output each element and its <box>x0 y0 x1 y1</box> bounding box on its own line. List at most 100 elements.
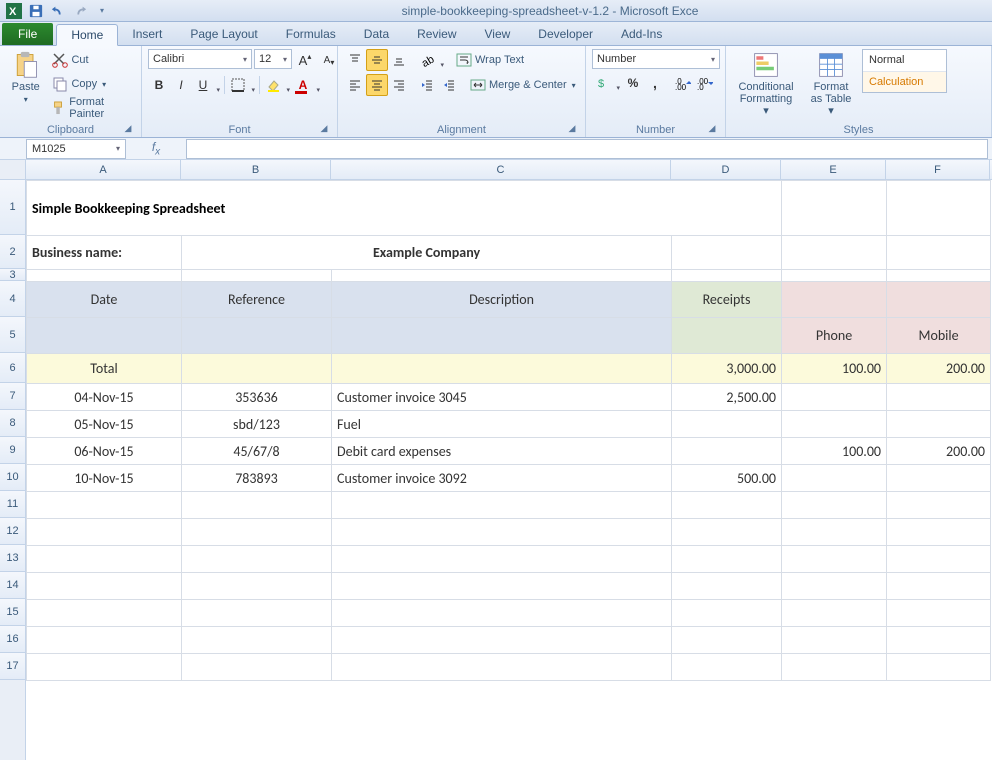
decrease-indent-icon[interactable] <box>416 74 438 96</box>
row-header-1[interactable]: 1 <box>0 180 25 235</box>
tab-formulas[interactable]: Formulas <box>272 23 350 45</box>
row-header-8[interactable]: 8 <box>0 410 25 437</box>
cell-total-label[interactable]: Total <box>27 354 182 384</box>
tab-home[interactable]: Home <box>56 24 118 46</box>
align-middle-icon[interactable] <box>366 49 388 71</box>
merge-center-button[interactable]: Merge & Center▾ <box>470 74 576 96</box>
font-size-combo[interactable]: 12▾ <box>254 49 292 69</box>
row-header-3[interactable]: 3 <box>0 269 25 281</box>
tab-developer[interactable]: Developer <box>524 23 607 45</box>
row-header-4[interactable]: 4 <box>0 281 25 317</box>
formula-input[interactable] <box>186 139 988 159</box>
tab-insert[interactable]: Insert <box>118 23 176 45</box>
increase-decimal-icon[interactable]: .0.00 <box>672 72 694 94</box>
format-painter-button[interactable]: Format Painter <box>49 97 135 119</box>
italic-icon[interactable]: I <box>170 74 192 96</box>
cell-mobile[interactable]: 200.00 <box>887 438 991 465</box>
clipboard-dialog-launcher-icon[interactable]: ◢ <box>121 121 135 135</box>
style-calculation[interactable]: Calculation <box>863 72 946 93</box>
cell-phone[interactable] <box>782 384 887 411</box>
cell-total-receipts[interactable]: 3,000.00 <box>672 354 782 384</box>
undo-icon[interactable] <box>48 2 68 20</box>
row-header-7[interactable]: 7 <box>0 383 25 410</box>
excel-logo-icon[interactable]: X <box>4 2 24 20</box>
row-header-13[interactable]: 13 <box>0 545 25 572</box>
font-color-icon[interactable]: A▾ <box>292 74 322 96</box>
col-header-E[interactable]: E <box>781 160 886 179</box>
cell-phone[interactable] <box>782 465 887 492</box>
cell-mobile[interactable] <box>887 411 991 438</box>
align-bottom-icon[interactable] <box>388 49 410 71</box>
conditional-formatting-button[interactable]: Conditional Formatting ▾ <box>732 49 800 119</box>
cell-total-phone[interactable]: 100.00 <box>782 354 887 384</box>
cell-ref[interactable]: sbd/123 <box>182 411 332 438</box>
font-dialog-launcher-icon[interactable]: ◢ <box>317 121 331 135</box>
cell-receipts[interactable] <box>672 438 782 465</box>
cell-date[interactable]: 06-Nov-15 <box>27 438 182 465</box>
cell-bn-value[interactable]: Example Company <box>182 236 672 270</box>
wrap-text-button[interactable]: Wrap Text <box>456 49 524 71</box>
cell-receipts[interactable]: 2,500.00 <box>672 384 782 411</box>
row-header-14[interactable]: 14 <box>0 572 25 599</box>
copy-button[interactable]: Copy▾ <box>49 73 135 95</box>
alignment-dialog-launcher-icon[interactable]: ◢ <box>565 121 579 135</box>
col-header-C[interactable]: C <box>331 160 671 179</box>
fx-icon[interactable]: fx <box>143 140 169 157</box>
customize-qat-icon[interactable]: ▾ <box>92 2 112 20</box>
format-as-table-button[interactable]: Format as Table ▾ <box>804 49 858 119</box>
cut-button[interactable]: Cut <box>49 49 135 71</box>
hdr-phone[interactable]: Phone <box>782 318 887 354</box>
row-header-5[interactable]: 5 <box>0 317 25 353</box>
hdr-description[interactable]: Description <box>332 282 672 318</box>
row-header-11[interactable]: 11 <box>0 491 25 518</box>
cell-date[interactable]: 10-Nov-15 <box>27 465 182 492</box>
grow-font-icon[interactable]: A▴ <box>294 49 316 71</box>
font-name-combo[interactable]: Calibri▾ <box>148 49 252 69</box>
cell-desc[interactable]: Fuel <box>332 411 672 438</box>
number-dialog-launcher-icon[interactable]: ◢ <box>705 121 719 135</box>
col-header-A[interactable]: A <box>26 160 181 179</box>
col-header-D[interactable]: D <box>671 160 781 179</box>
paste-button[interactable]: Paste▾ <box>6 49 45 107</box>
column-headers[interactable]: ABCDEF <box>26 160 992 180</box>
align-center-icon[interactable] <box>366 74 388 96</box>
fill-color-icon[interactable]: ▾ <box>262 74 292 96</box>
row-header-2[interactable]: 2 <box>0 235 25 269</box>
name-box[interactable]: M1025 ▾ <box>26 139 126 159</box>
tab-review[interactable]: Review <box>403 23 470 45</box>
cell-date[interactable]: 04-Nov-15 <box>27 384 182 411</box>
col-header-F[interactable]: F <box>886 160 990 179</box>
cell-desc[interactable]: Customer invoice 3045 <box>332 384 672 411</box>
hdr-receipts[interactable]: Receipts <box>672 282 782 318</box>
row-header-15[interactable]: 15 <box>0 599 25 626</box>
cell-ref[interactable]: 45/67/8 <box>182 438 332 465</box>
cell-receipts[interactable] <box>672 411 782 438</box>
orientation-icon[interactable]: ab▾ <box>416 49 446 71</box>
increase-indent-icon[interactable] <box>438 74 460 96</box>
select-all-corner[interactable] <box>0 160 25 180</box>
cell-phone[interactable] <box>782 411 887 438</box>
decrease-decimal-icon[interactable]: .00.0 <box>694 72 716 94</box>
row-header-6[interactable]: 6 <box>0 353 25 383</box>
shrink-font-icon[interactable]: A▾ <box>318 49 340 71</box>
cell-desc[interactable]: Customer invoice 3092 <box>332 465 672 492</box>
hdr-mobile[interactable]: Mobile <box>887 318 991 354</box>
redo-icon[interactable] <box>70 2 90 20</box>
cell-mobile[interactable] <box>887 384 991 411</box>
cell-phone[interactable]: 100.00 <box>782 438 887 465</box>
hdr-reference[interactable]: Reference <box>182 282 332 318</box>
row-header-16[interactable]: 16 <box>0 626 25 653</box>
accounting-format-icon[interactable]: $▾ <box>592 72 622 94</box>
align-right-icon[interactable] <box>388 74 410 96</box>
cell-styles-gallery[interactable]: Normal Calculation <box>862 49 947 93</box>
number-format-combo[interactable]: Number▾ <box>592 49 720 69</box>
tab-view[interactable]: View <box>471 23 525 45</box>
cell-total-mobile[interactable]: 200.00 <box>887 354 991 384</box>
cell-title[interactable]: Simple Bookkeeping Spreadsheet <box>27 181 672 236</box>
cell-ref[interactable]: 783893 <box>182 465 332 492</box>
hdr-date[interactable]: Date <box>27 282 182 318</box>
percent-icon[interactable]: % <box>622 72 644 94</box>
cell-desc[interactable]: Debit card expenses <box>332 438 672 465</box>
col-header-B[interactable]: B <box>181 160 331 179</box>
underline-icon[interactable]: U▾ <box>192 74 222 96</box>
